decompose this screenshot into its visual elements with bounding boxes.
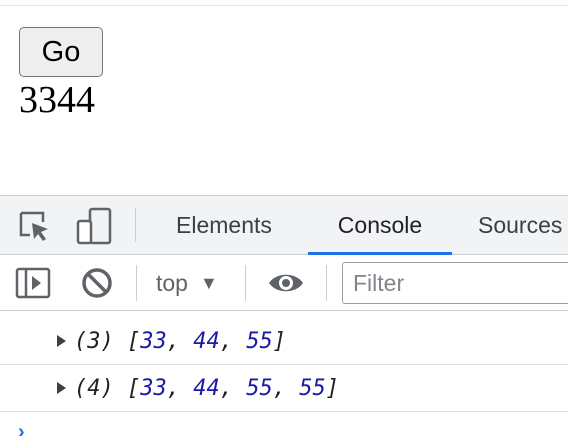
tab-console[interactable]: Console [308,196,452,255]
expand-triangle-icon[interactable] [56,376,68,401]
tab-elements[interactable]: Elements [176,196,272,255]
console-log-entry[interactable]: (4) [33, 44, 55, 55] [0,365,568,412]
live-expression-eye-icon[interactable] [266,267,306,299]
page-output-text: 3344 [19,79,95,121]
context-label: top [156,269,188,296]
toolbar-separator [326,265,327,301]
devtools-tabbar: Elements Console Sources [0,195,568,255]
tab-sources[interactable]: Sources [478,196,562,255]
console-log-entry[interactable]: (3) [33, 44, 55] [0,318,568,365]
toolbar-separator [136,265,137,301]
tabbar-separator [135,208,136,242]
clear-console-icon[interactable] [79,265,115,301]
go-button[interactable]: Go [19,27,103,77]
toolbar-separator [245,265,246,301]
context-selector[interactable]: top ▼ [156,267,218,299]
console-sidebar-icon[interactable] [14,265,52,301]
expand-triangle-icon[interactable] [56,329,68,354]
console-log-text: (3) [33, 44, 55] [74,328,286,354]
page-content: Go 3344 [0,0,568,195]
console-log-text: (4) [33, 44, 55, 55] [74,375,339,401]
console-prompt-icon[interactable]: › [18,421,25,436]
console-messages: (3) [33, 44, 55] (4) [33, 44, 55, 55] › [0,311,568,436]
console-toolbar: top ▼ [0,255,568,311]
devtools-panel: Elements Console Sources top ▼ Filter (3… [0,195,568,436]
device-toolbar-icon[interactable] [76,207,112,245]
caret-down-icon: ▼ [199,272,218,293]
inspect-element-icon[interactable] [17,209,51,243]
filter-input[interactable] [342,262,568,304]
